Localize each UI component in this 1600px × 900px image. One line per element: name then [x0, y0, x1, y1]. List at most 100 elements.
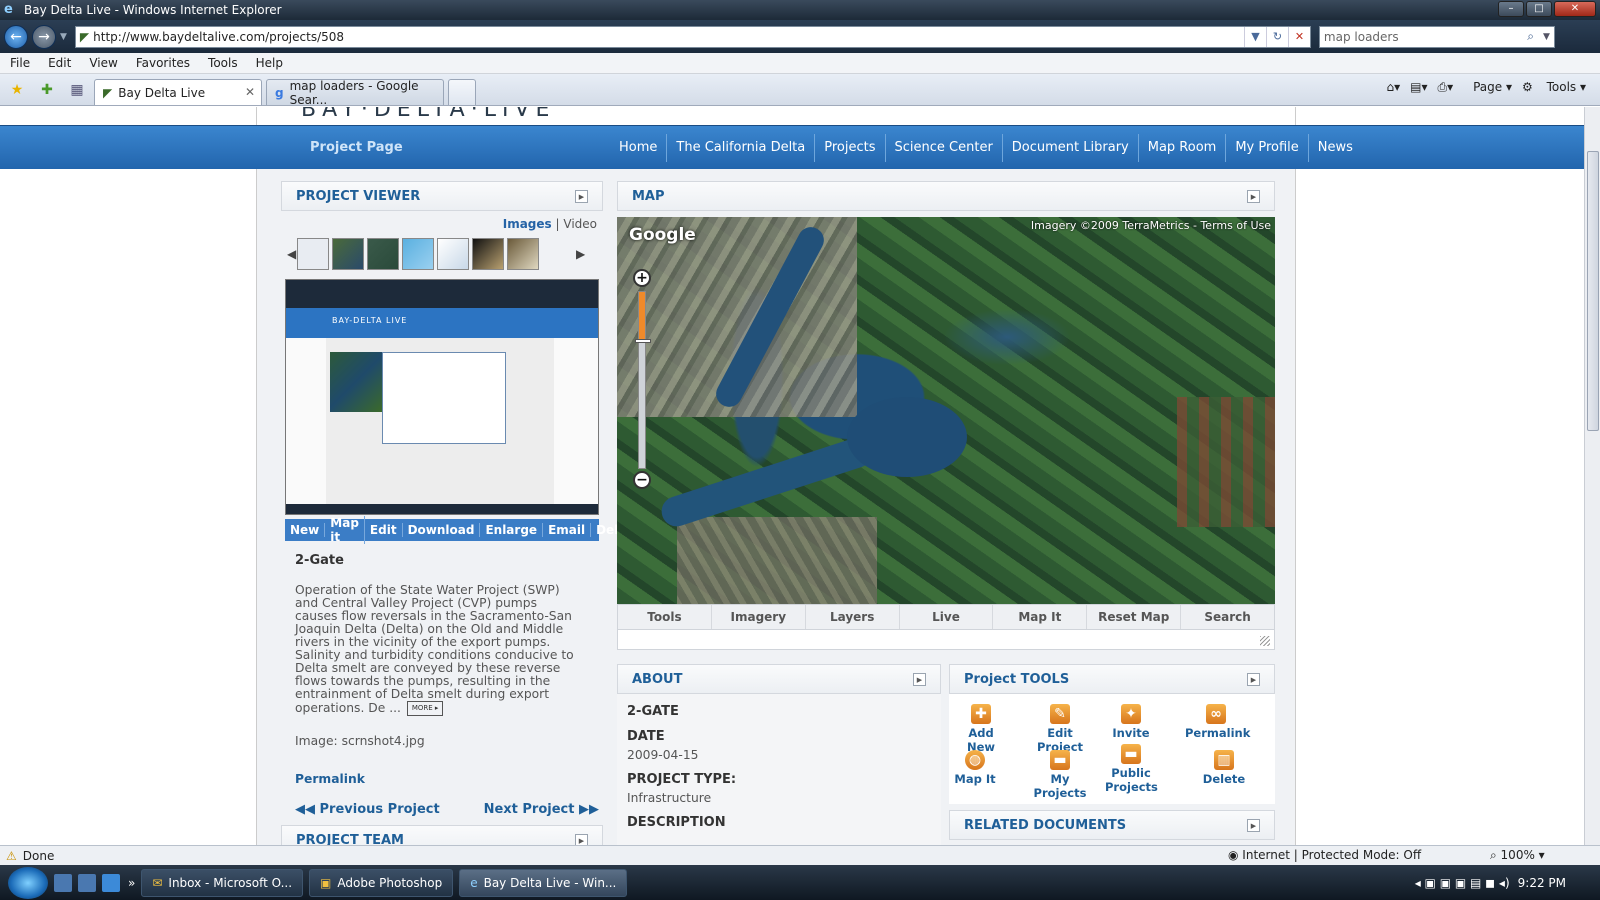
search-options-icon[interactable]: ▼	[1543, 32, 1550, 42]
nav-my-profile[interactable]: My Profile	[1225, 134, 1307, 162]
download-button[interactable]: Download	[403, 523, 481, 537]
nav-science-center[interactable]: Science Center	[884, 134, 1002, 162]
new-tab-button[interactable]	[448, 79, 476, 105]
nav-news[interactable]: News	[1307, 134, 1362, 162]
map-tool-imagery[interactable]: Imagery	[712, 605, 806, 629]
add-favorite-icon[interactable]: ✚	[36, 79, 58, 101]
thumbnail[interactable]	[367, 238, 399, 270]
resize-grip-icon[interactable]	[1260, 636, 1270, 646]
scrollbar-thumb[interactable]	[1587, 151, 1599, 431]
map-it-button[interactable]: Map it	[325, 516, 365, 544]
map-tool-reset-map[interactable]: Reset Map	[1087, 605, 1182, 629]
thumbs-prev-icon[interactable]: ◀	[287, 247, 297, 261]
thumbnail[interactable]	[472, 238, 504, 270]
ie-quicklaunch-icon[interactable]	[102, 873, 120, 892]
thumbnail[interactable]	[297, 238, 329, 270]
show-desktop-icon[interactable]	[54, 873, 72, 892]
back-button[interactable]: ←	[4, 24, 28, 49]
menu-view[interactable]: View	[79, 56, 125, 70]
start-button[interactable]	[8, 866, 48, 899]
delete-tool[interactable]: ▥ Delete	[1201, 750, 1247, 786]
collapse-arrow-icon[interactable]: ▶	[575, 834, 588, 845]
collapse-arrow-icon[interactable]: ▶	[1247, 819, 1260, 832]
thumbs-next-icon[interactable]: ▶	[576, 247, 586, 261]
thumbnail[interactable]	[507, 238, 539, 270]
nav-projects[interactable]: Projects	[814, 134, 884, 162]
enlarge-button[interactable]: Enlarge	[480, 523, 544, 537]
map-tool-tools[interactable]: Tools	[618, 605, 712, 629]
site-logo[interactable]: BAY·DELTA·LIVE	[301, 107, 555, 122]
address-dropdown-icon[interactable]: ▼	[1243, 26, 1266, 47]
menu-file[interactable]: File	[0, 56, 38, 70]
map-tool-layers[interactable]: Layers	[806, 605, 900, 629]
collapse-arrow-icon[interactable]: ▶	[1247, 673, 1260, 686]
next-project-link[interactable]: Next Project ▶▶	[484, 802, 599, 817]
previous-project-link[interactable]: ◀◀ Previous Project	[295, 802, 440, 817]
nav-document-library[interactable]: Document Library	[1001, 134, 1138, 162]
add-new-tool[interactable]: ✚ Add New	[955, 704, 1007, 754]
stop-icon[interactable]: ✕	[1287, 26, 1310, 47]
recent-pages-dropdown-icon[interactable]: ▼	[60, 32, 67, 42]
quicklaunch-overflow-icon[interactable]: »	[128, 876, 135, 890]
project-image-preview[interactable]: BAY-DELTA LIVE	[285, 279, 599, 515]
collapse-arrow-icon[interactable]: ▶	[1247, 190, 1260, 203]
search-icon[interactable]: ⌕	[1527, 29, 1534, 44]
map-tool-map-it[interactable]: Map It	[993, 605, 1088, 629]
more-button[interactable]: MORE ▸	[406, 701, 444, 716]
security-zone[interactable]: ◉ Internet | Protected Mode: Off	[1228, 848, 1421, 862]
thumbnail[interactable]	[332, 238, 364, 270]
my-projects-tool[interactable]: ▬ My Projects	[1025, 750, 1095, 800]
page-scrollbar[interactable]	[1584, 107, 1600, 845]
permalink-link[interactable]: Permalink	[295, 772, 603, 786]
thumbnail[interactable]	[402, 238, 434, 270]
menu-edit[interactable]: Edit	[38, 56, 79, 70]
switch-windows-icon[interactable]	[78, 873, 96, 892]
satellite-map[interactable]: Google Imagery ©2009 TerraMetrics - Term…	[617, 217, 1275, 604]
menu-favorites[interactable]: Favorites	[126, 56, 198, 70]
address-bar[interactable]: ◤ http://www.baydeltalive.com/projects/5…	[74, 25, 1311, 48]
home-icon[interactable]: ⌂▾	[1386, 80, 1400, 95]
map-tool-search[interactable]: Search	[1181, 605, 1274, 629]
nav-california-delta[interactable]: The California Delta	[666, 134, 814, 162]
tab-google-search[interactable]: g map loaders - Google Sear...	[266, 79, 444, 107]
thumbnail[interactable]	[437, 238, 469, 270]
favorites-star-icon[interactable]: ★	[6, 79, 28, 101]
zoom-in-button[interactable]: +	[633, 269, 651, 287]
close-window-button[interactable]: ✕	[1554, 1, 1596, 17]
menu-help[interactable]: Help	[246, 56, 291, 70]
minimize-button[interactable]: –	[1498, 1, 1524, 17]
task-photoshop[interactable]: ▣ Adobe Photoshop	[309, 868, 454, 897]
maximize-button[interactable]: □	[1526, 1, 1552, 17]
public-projects-tool[interactable]: ▬ Public Projects	[1105, 744, 1158, 794]
print-icon[interactable]: ⎙▾	[1437, 80, 1453, 95]
edit-project-tool[interactable]: ✎ Edit Project	[1025, 704, 1095, 754]
zoom-slider-handle[interactable]	[635, 339, 651, 343]
close-tab-icon[interactable]: ✕	[245, 85, 255, 99]
tab-bay-delta-live[interactable]: ◤ Bay Delta Live ✕	[94, 79, 262, 105]
email-button[interactable]: Email	[543, 523, 592, 537]
collapse-arrow-icon[interactable]: ▶	[913, 673, 926, 686]
zoom-slider[interactable]	[635, 291, 651, 469]
permalink-tool[interactable]: ∞ Permalink	[1185, 704, 1250, 740]
page-menu[interactable]: Page ▾	[1463, 80, 1512, 95]
clock[interactable]: 9:22 PM	[1518, 876, 1566, 890]
search-input[interactable]: map loaders ⌕ ▼	[1318, 25, 1555, 48]
tools-menu[interactable]: ⚙ Tools ▾	[1522, 80, 1586, 95]
forward-button[interactable]: →	[32, 24, 56, 49]
feeds-icon[interactable]: ▤▾	[1410, 80, 1427, 95]
tab-video[interactable]: Video	[563, 217, 597, 231]
task-outlook[interactable]: ✉ Inbox - Microsoft O...	[141, 868, 304, 897]
task-internet-explorer[interactable]: e Bay Delta Live - Win...	[459, 868, 628, 897]
menu-tools[interactable]: Tools	[198, 56, 246, 70]
quick-tabs-icon[interactable]: ▦	[66, 79, 88, 101]
nav-home[interactable]: Home	[610, 134, 666, 162]
nav-map-room[interactable]: Map Room	[1137, 134, 1226, 162]
invite-tool[interactable]: ✦ Invite	[1109, 704, 1153, 740]
collapse-arrow-icon[interactable]: ▶	[575, 190, 588, 203]
zoom-out-button[interactable]: −	[633, 471, 651, 489]
refresh-icon[interactable]: ↻	[1265, 26, 1288, 47]
map-tool-live-conditions[interactable]: Live Conditions	[900, 605, 994, 648]
tray-icons[interactable]: ◂ ▣ ▣ ▣ ▤ ◼ ◂)	[1415, 876, 1510, 890]
new-button[interactable]: New	[285, 523, 326, 537]
map-it-tool[interactable]: ◍ Map It	[953, 750, 997, 786]
